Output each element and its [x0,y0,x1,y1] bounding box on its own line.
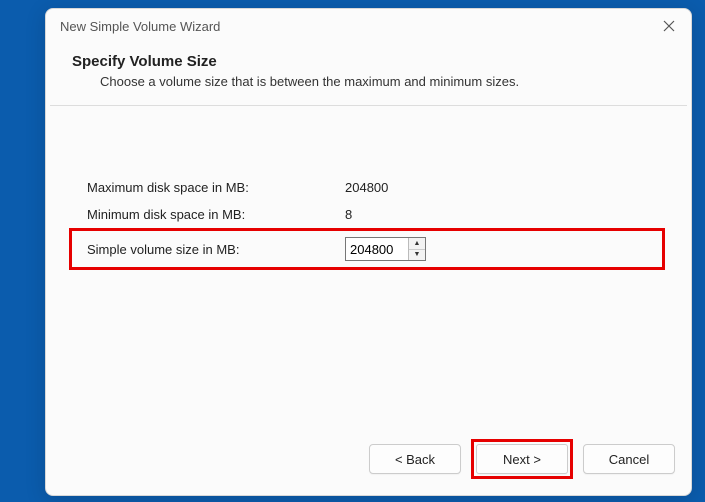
window-title: New Simple Volume Wizard [60,19,661,34]
wizard-header: Specify Volume Size Choose a volume size… [46,40,691,99]
content-area: Maximum disk space in MB: 204800 Minimum… [46,106,691,429]
min-size-value: 8 [345,207,352,222]
back-button[interactable]: < Back [369,444,461,474]
spinner-up-icon[interactable]: ▲ [409,238,425,250]
page-subtitle: Choose a volume size that is between the… [72,74,665,89]
titlebar: New Simple Volume Wizard [46,9,691,40]
next-button[interactable]: Next > [476,444,568,474]
size-input-label: Simple volume size in MB: [72,242,345,257]
page-title: Specify Volume Size [72,53,665,70]
size-input[interactable] [346,238,408,260]
size-input-row: Simple volume size in MB: ▲ ▼ [69,228,665,270]
spinner-down-icon[interactable]: ▼ [409,250,425,261]
min-size-label: Minimum disk space in MB: [72,207,345,222]
spinner-buttons: ▲ ▼ [408,238,425,260]
button-row: < Back Next > Cancel [46,429,691,495]
wizard-dialog: New Simple Volume Wizard Specify Volume … [45,8,692,496]
size-spinner: ▲ ▼ [345,237,426,261]
max-size-label: Maximum disk space in MB: [72,180,345,195]
cancel-button[interactable]: Cancel [583,444,675,474]
max-size-row: Maximum disk space in MB: 204800 [72,174,665,201]
close-icon[interactable] [661,18,677,34]
max-size-value: 204800 [345,180,388,195]
next-button-highlight: Next > [471,439,573,479]
min-size-row: Minimum disk space in MB: 8 [72,201,665,228]
